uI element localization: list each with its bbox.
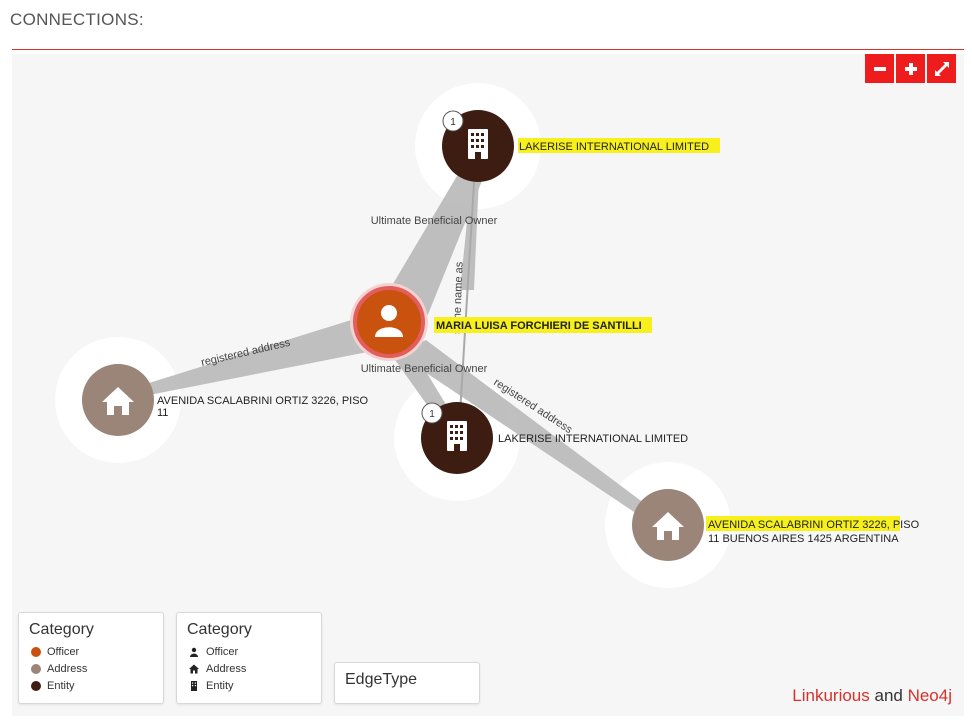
zoom-in-button[interactable] bbox=[896, 54, 925, 83]
entity-top-label[interactable]: LAKERISE INTERNATIONAL LIMITED bbox=[519, 141, 709, 153]
fullscreen-button[interactable] bbox=[927, 54, 956, 83]
page-title: CONNECTIONS: bbox=[10, 10, 144, 29]
address-right-label-rest: PISO bbox=[890, 519, 920, 531]
address-color-dot bbox=[31, 664, 41, 674]
linkurious-link[interactable]: Linkurious bbox=[792, 686, 870, 705]
minus-icon bbox=[873, 66, 886, 71]
address-node-right[interactable]: AVENIDA SCALABRINI ORTIZ 3226, PISO 11 B… bbox=[632, 489, 920, 561]
legend-item-address: Address bbox=[31, 662, 163, 676]
legend-item-officer: Officer bbox=[189, 645, 321, 659]
edge-label-ubo-mid: Ultimate Beneficial Owner bbox=[361, 363, 488, 375]
officer-circle[interactable] bbox=[353, 286, 425, 358]
officer-label[interactable]: MARIA LUISA FORCHIERI DE SANTILLI bbox=[436, 320, 642, 332]
entity-mid-badge-count: 1 bbox=[429, 409, 435, 420]
legend-item-entity: Entity bbox=[31, 679, 163, 693]
entity-top-badge-count: 1 bbox=[450, 117, 456, 128]
legend-item-label: Address bbox=[206, 663, 247, 675]
legend-item-label: Address bbox=[47, 663, 88, 675]
user-icon bbox=[190, 647, 198, 657]
header-divider bbox=[12, 49, 964, 50]
zoom-out-button[interactable] bbox=[865, 54, 894, 83]
home-icon bbox=[189, 664, 199, 674]
officer-node[interactable]: MARIA LUISA FORCHIERI DE SANTILLI bbox=[350, 283, 652, 361]
legend-item-label: Entity bbox=[47, 680, 75, 692]
legend-item-label: Officer bbox=[206, 646, 239, 658]
legend-item-officer: Officer bbox=[31, 645, 163, 659]
zoom-controls bbox=[865, 54, 956, 83]
legend-item-label: Entity bbox=[206, 680, 234, 692]
credit-and: and bbox=[869, 686, 908, 705]
expand-icon bbox=[934, 61, 949, 76]
entity-mid-label[interactable]: LAKERISE INTERNATIONAL LIMITED bbox=[498, 433, 688, 445]
building-icon bbox=[191, 681, 197, 691]
address-left-label-line2[interactable]: 11 bbox=[157, 407, 168, 419]
legend-item-label: Officer bbox=[47, 646, 80, 658]
officer-color-dot bbox=[31, 647, 41, 657]
building-icon bbox=[447, 421, 467, 451]
legend-item-address: Address bbox=[189, 662, 321, 676]
entity-node-top[interactable]: 1 LAKERISE INTERNATIONAL LIMITED bbox=[442, 110, 720, 182]
legend-title: Category bbox=[29, 621, 94, 638]
plus-icon bbox=[904, 62, 917, 75]
legend-item-entity: Entity bbox=[189, 679, 321, 693]
legend-edge-type: EdgeType bbox=[334, 662, 480, 704]
edge-label-ubo-top: Ultimate Beneficial Owner bbox=[371, 215, 498, 227]
address-right-label-highlighted: AVENIDA SCALABRINI ORTIZ 3226, bbox=[708, 519, 890, 531]
legend-title: Category bbox=[187, 621, 252, 638]
legend-title: EdgeType bbox=[345, 671, 418, 688]
neo4j-link[interactable]: Neo4j bbox=[908, 686, 952, 705]
address-left-label-line1[interactable]: AVENIDA SCALABRINI ORTIZ 3226, PISO bbox=[157, 395, 369, 407]
legend-category-color: Category Officer Address Entity bbox=[18, 612, 164, 704]
building-icon bbox=[468, 129, 488, 159]
address-right-label-line1[interactable]: AVENIDA SCALABRINI ORTIZ 3226, PISO bbox=[708, 519, 920, 531]
legend-category-icon: Category Officer Address Entity bbox=[176, 612, 322, 704]
credit-text: Linkurious and Neo4j bbox=[792, 686, 952, 706]
address-right-label-line2[interactable]: 11 BUENOS AIRES 1425 ARGENTINA bbox=[708, 533, 899, 545]
graph-canvas[interactable]: Ultimate Beneficial Owner same name as r… bbox=[12, 54, 964, 716]
entity-color-dot bbox=[31, 681, 41, 691]
